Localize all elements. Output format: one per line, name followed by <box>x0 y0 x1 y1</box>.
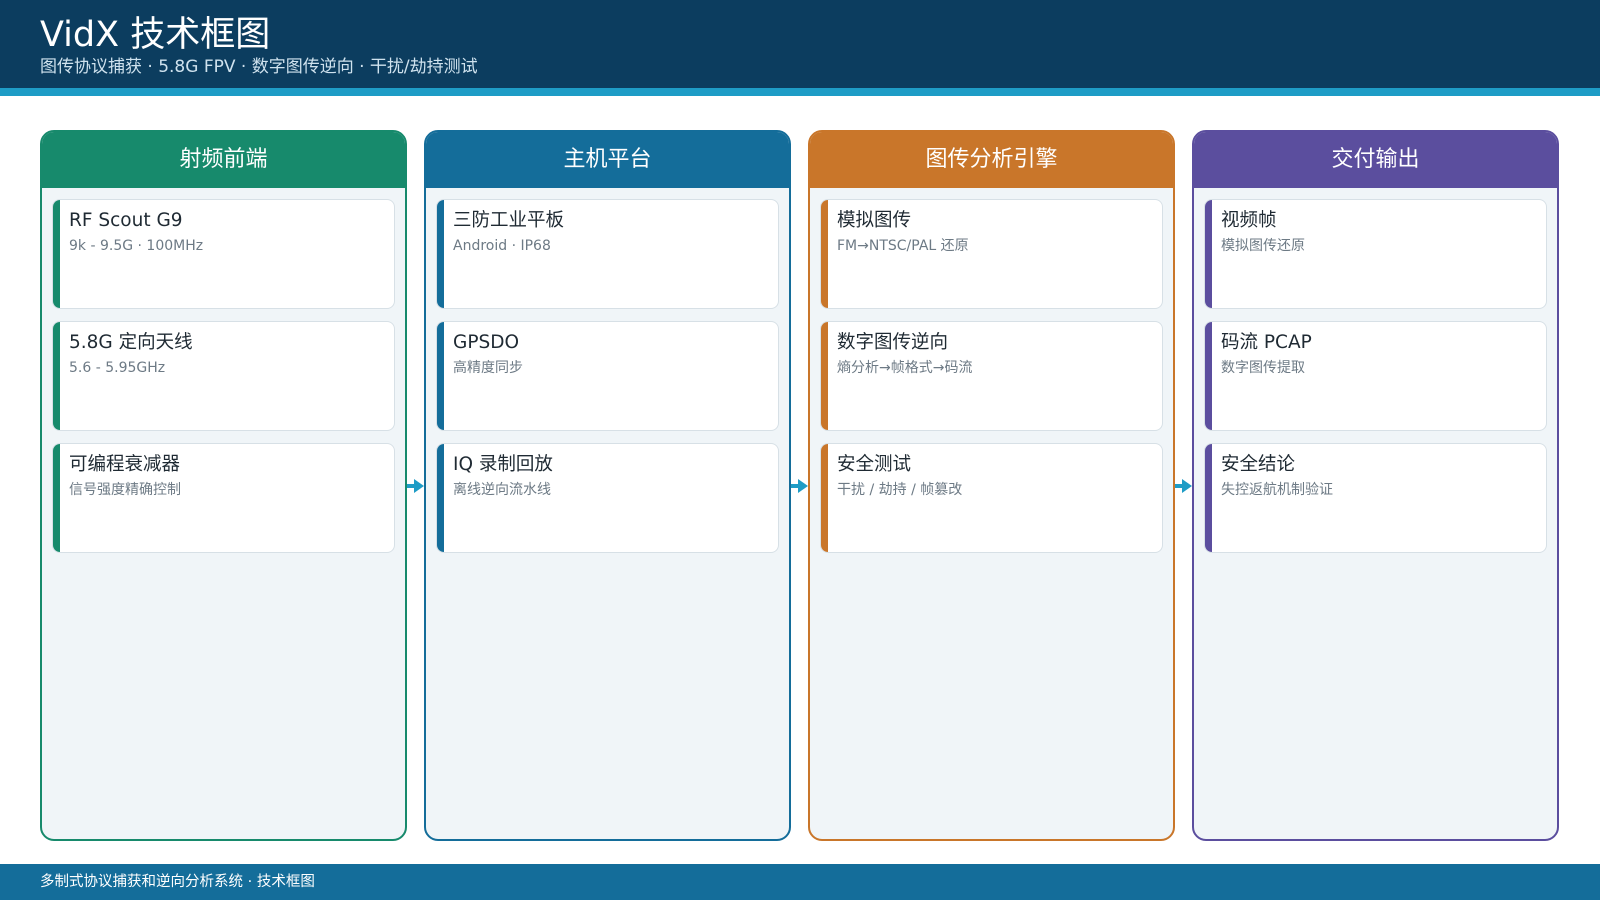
card-accent-bar <box>53 444 60 552</box>
card-title: 可编程衰减器 <box>69 454 181 475</box>
card-subtitle: 熵分析→帧格式→码流 <box>837 360 973 376</box>
card-title: 数字图传逆向 <box>837 332 949 353</box>
component-card: 三防工业平板 Android · IP68 <box>436 199 779 309</box>
column-header: 图传分析引擎 <box>810 132 1173 188</box>
component-card: 数字图传逆向 熵分析→帧格式→码流 <box>820 321 1163 431</box>
column-host-platform: 主机平台 三防工业平板 Android · IP68 GPSDO 高精度同步 I… <box>424 130 791 841</box>
column-rf-frontend: 射频前端 RF Scout G9 9k - 9.5G · 100MHz 5.8G… <box>40 130 407 841</box>
card-title: 5.8G 定向天线 <box>69 332 193 353</box>
component-card: 5.8G 定向天线 5.6 - 5.95GHz <box>52 321 395 431</box>
card-title: 三防工业平板 <box>453 210 565 231</box>
card-subtitle: 数字图传提取 <box>1221 360 1305 376</box>
header-bar: VidX 技术框图 图传协议捕获 · 5.8G FPV · 数字图传逆向 · 干… <box>0 0 1600 88</box>
component-card: IQ 录制回放 离线逆向流水线 <box>436 443 779 553</box>
card-accent-bar <box>821 322 828 430</box>
card-accent-bar <box>821 200 828 308</box>
card-title: GPSDO <box>453 332 520 353</box>
card-accent-bar <box>437 444 444 552</box>
page-title: VidX 技术框图 <box>40 15 271 55</box>
component-card: GPSDO 高精度同步 <box>436 321 779 431</box>
card-subtitle: 高精度同步 <box>453 360 523 376</box>
card-subtitle: FM→NTSC/PAL 还原 <box>837 238 969 254</box>
card-accent-bar <box>437 322 444 430</box>
card-title: IQ 录制回放 <box>453 454 553 475</box>
header-accent-stripe <box>0 88 1600 96</box>
card-title: 安全结论 <box>1221 454 1296 475</box>
card-title: RF Scout G9 <box>69 210 183 231</box>
card-accent-bar <box>53 322 60 430</box>
card-accent-bar <box>821 444 828 552</box>
column-header: 主机平台 <box>426 132 789 188</box>
flow-arrow-icon <box>1175 479 1192 493</box>
card-accent-bar <box>53 200 60 308</box>
card-title: 码流 PCAP <box>1221 332 1312 353</box>
flow-arrow-icon <box>791 479 808 493</box>
component-card: 码流 PCAP 数字图传提取 <box>1204 321 1547 431</box>
component-card: 安全结论 失控返航机制验证 <box>1204 443 1547 553</box>
footer-bar: 多制式协议捕获和逆向分析系统 · 技术框图 <box>0 864 1600 900</box>
card-subtitle: 失控返航机制验证 <box>1221 482 1333 498</box>
component-card: 视频帧 模拟图传还原 <box>1204 199 1547 309</box>
card-subtitle: 9k - 9.5G · 100MHz <box>69 238 204 254</box>
card-subtitle: Android · IP68 <box>453 238 551 254</box>
flow-arrow-icon <box>407 479 424 493</box>
component-card: 模拟图传 FM→NTSC/PAL 还原 <box>820 199 1163 309</box>
card-accent-bar <box>1205 200 1212 308</box>
column-header: 交付输出 <box>1194 132 1557 188</box>
card-accent-bar <box>1205 322 1212 430</box>
card-subtitle: 信号强度精确控制 <box>69 482 181 498</box>
card-title: 模拟图传 <box>837 210 912 231</box>
card-accent-bar <box>437 200 444 308</box>
card-subtitle: 离线逆向流水线 <box>453 482 551 498</box>
card-subtitle: 干扰 / 劫持 / 帧篡改 <box>837 482 963 498</box>
page-subtitle: 图传协议捕获 · 5.8G FPV · 数字图传逆向 · 干扰/劫持测试 <box>40 57 478 77</box>
footer-caption: 多制式协议捕获和逆向分析系统 · 技术框图 <box>40 874 315 890</box>
card-accent-bar <box>1205 444 1212 552</box>
component-card: 安全测试 干扰 / 劫持 / 帧篡改 <box>820 443 1163 553</box>
card-title: 安全测试 <box>837 454 912 475</box>
column-delivery-output: 交付输出 视频帧 模拟图传还原 码流 PCAP 数字图传提取 安全结论 失控返航… <box>1192 130 1559 841</box>
component-card: RF Scout G9 9k - 9.5G · 100MHz <box>52 199 395 309</box>
card-subtitle: 5.6 - 5.95GHz <box>69 360 166 376</box>
column-header: 射频前端 <box>42 132 405 188</box>
card-subtitle: 模拟图传还原 <box>1221 238 1305 254</box>
card-title: 视频帧 <box>1221 210 1277 231</box>
column-analysis-engine: 图传分析引擎 模拟图传 FM→NTSC/PAL 还原 数字图传逆向 熵分析→帧格… <box>808 130 1175 841</box>
component-card: 可编程衰减器 信号强度精确控制 <box>52 443 395 553</box>
